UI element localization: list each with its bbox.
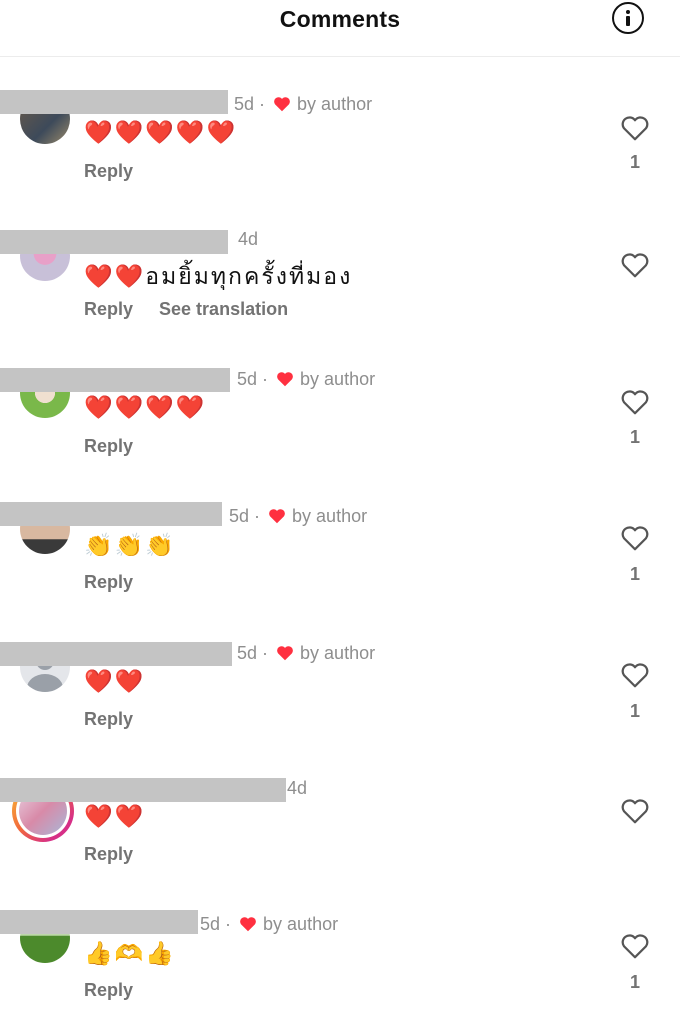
comment-meta: 4d [287, 776, 307, 800]
like-count: 1 [629, 701, 640, 721]
comment-time: 5d [234, 93, 255, 114]
comment-item: 4d ❤️❤️อมยิ้มทุกครั้งที่มอง Reply See tr… [0, 224, 680, 344]
comment-text: ❤️❤️อมยิ้มทุกครั้งที่มอง [84, 263, 353, 289]
like-count: 1 [629, 152, 640, 172]
reply-button[interactable]: Reply [84, 844, 133, 865]
comment-item: 5d · by author 👍🫶👍 Reply 1 [0, 908, 680, 1028]
comment-actions: Reply [84, 709, 133, 730]
comment-meta: 5d · by author [234, 93, 373, 114]
comment-time: 5d [229, 505, 250, 526]
like-heart-icon[interactable] [620, 661, 650, 689]
comment-text: ❤️❤️ [84, 668, 146, 694]
comment-text: ❤️❤️❤️❤️ [84, 394, 207, 420]
reply-button[interactable]: Reply [84, 980, 133, 1001]
comment-text: ❤️❤️❤️❤️❤️ [84, 119, 238, 145]
comment-actions: Reply [84, 161, 133, 182]
comment-time: 5d [200, 913, 221, 934]
liked-by-author-label: by author [292, 505, 368, 526]
comment-actions: Reply [84, 436, 133, 457]
author-liked-heart-icon [274, 97, 290, 112]
liked-by-author-label: by author [300, 368, 376, 389]
liked-by-author-label: by author [300, 642, 376, 663]
liked-by-author-label: by author [263, 913, 339, 934]
comment-item: 5d · by author 👏👏👏 Reply 1 [0, 500, 680, 620]
username-redacted[interactable] [0, 368, 230, 392]
comment-time: 5d [237, 642, 258, 663]
comment-meta: 5d · by author [237, 368, 376, 389]
comment-item: 4d ❤️❤️ Reply [0, 774, 680, 894]
comment-text: ❤️❤️ [84, 803, 146, 829]
reply-button[interactable]: Reply [84, 709, 133, 730]
comment-text: 👏👏👏 [84, 532, 176, 558]
username-redacted[interactable] [0, 230, 228, 254]
comment-actions: Reply [84, 980, 133, 1001]
like-heart-icon[interactable] [620, 524, 650, 552]
username-redacted[interactable] [0, 642, 232, 666]
comment-meta: 5d · by author [200, 913, 339, 934]
username-redacted[interactable] [0, 778, 286, 802]
comment-time: 5d [237, 368, 258, 389]
like-count: 1 [629, 972, 640, 992]
comments-header: Comments [0, 0, 680, 57]
username-redacted[interactable] [0, 90, 228, 114]
liked-by-author-label: by author [297, 93, 373, 114]
author-liked-heart-icon [277, 646, 293, 661]
like-heart-icon[interactable] [620, 114, 650, 142]
author-liked-heart-icon [240, 917, 256, 932]
like-heart-icon[interactable] [620, 797, 650, 825]
username-redacted[interactable] [0, 910, 198, 934]
author-liked-heart-icon [277, 372, 293, 387]
comment-text: 👍🫶👍 [84, 940, 176, 966]
like-heart-icon[interactable] [620, 251, 650, 279]
like-heart-icon[interactable] [620, 932, 650, 960]
comment-item: 5d · by author ❤️❤️❤️❤️❤️ Reply 1 [0, 88, 680, 208]
see-translation-button[interactable]: See translation [159, 299, 288, 320]
comment-time: 4d [238, 228, 259, 249]
info-icon[interactable] [612, 2, 644, 34]
comment-item: 5d · by author ❤️❤️ Reply 1 [0, 638, 680, 758]
author-liked-heart-icon [269, 509, 285, 524]
comment-item: 5d · by author ❤️❤️❤️❤️ Reply 1 [0, 362, 680, 482]
comment-meta: 5d · by author [237, 642, 376, 663]
comment-actions: Reply See translation [84, 299, 288, 320]
comment-time: 4d [287, 777, 308, 798]
comment-actions: Reply [84, 572, 133, 593]
username-redacted[interactable] [0, 502, 222, 526]
reply-button[interactable]: Reply [84, 436, 133, 457]
like-count: 1 [629, 427, 640, 447]
reply-button[interactable]: Reply [84, 299, 133, 320]
reply-button[interactable]: Reply [84, 161, 133, 182]
like-heart-icon[interactable] [620, 388, 650, 416]
page-title: Comments [279, 6, 401, 32]
comment-meta: 4d [238, 227, 258, 251]
comment-actions: Reply [84, 844, 133, 865]
reply-button[interactable]: Reply [84, 572, 133, 593]
comment-meta: 5d · by author [229, 505, 368, 526]
like-count: 1 [629, 564, 640, 584]
